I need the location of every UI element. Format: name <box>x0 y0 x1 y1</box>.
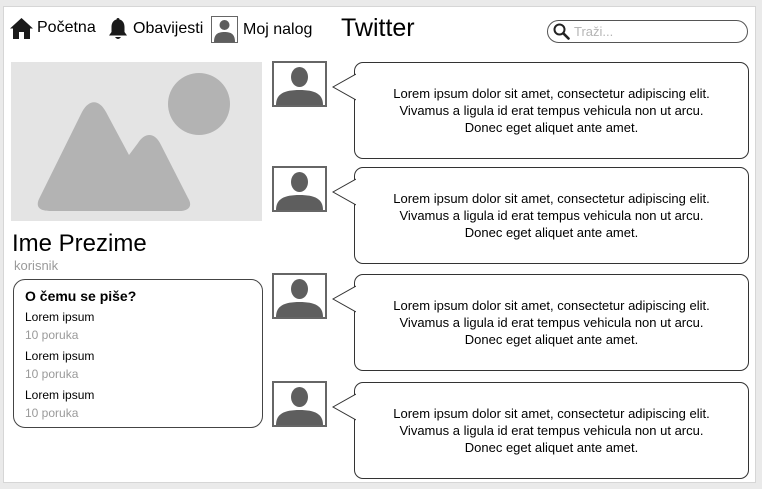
profile-username: korisnik <box>14 258 59 273</box>
profile-cover-image <box>11 62 262 221</box>
post-avatar[interactable] <box>272 381 327 427</box>
post-text: Lorem ipsum dolor sit amet, consectetur … <box>383 85 719 136</box>
nav-notifications-label: Obavijesti <box>133 20 204 37</box>
post-bubble: Lorem ipsum dolor sit amet, consectetur … <box>332 274 749 371</box>
post-text-line: Donec eget aliquet ante amet. <box>464 225 639 240</box>
post-text-line: Vivamus a ligula id erat tempus vehicula… <box>399 208 704 223</box>
topic-item[interactable]: Lorem ipsum 10 poruka <box>25 347 251 386</box>
post-text: Lorem ipsum dolor sit amet, consectetur … <box>383 405 719 456</box>
topic-name: Lorem ipsum <box>25 388 95 402</box>
topic-name: Lorem ipsum <box>25 310 95 324</box>
post-text-line: Lorem ipsum dolor sit amet, consectetur … <box>393 406 710 421</box>
search-box[interactable] <box>547 20 748 43</box>
bubble-tail <box>332 73 356 101</box>
post-text-line: Lorem ipsum dolor sit amet, consectetur … <box>393 298 710 313</box>
app-title: Twitter <box>341 14 415 42</box>
topic-item[interactable]: Lorem ipsum 10 poruka <box>25 308 251 347</box>
search-icon <box>553 23 570 40</box>
trending-topics-panel: O čemu se piše? Lorem ipsum 10 poruka Lo… <box>13 279 263 428</box>
post-bubble: Lorem ipsum dolor sit amet, consectetur … <box>332 167 749 264</box>
image-placeholder-icon <box>37 73 230 211</box>
post-text-line: Lorem ipsum dolor sit amet, consectetur … <box>393 86 710 101</box>
topic-item[interactable]: Lorem ipsum 10 poruka <box>25 386 251 425</box>
post-text: Lorem ipsum dolor sit amet, consectetur … <box>383 297 719 348</box>
bubble-tail <box>332 285 356 313</box>
post-text-line: Donec eget aliquet ante amet. <box>464 440 639 455</box>
post-bubble: Lorem ipsum dolor sit amet, consectetur … <box>332 382 749 479</box>
nav-account-label: Moj nalog <box>243 20 313 38</box>
trending-topics-title: O čemu se piše? <box>25 288 137 304</box>
nav-home-label: Početna <box>37 19 96 36</box>
profile-name: Ime Prezime <box>12 230 147 257</box>
home-icon <box>10 18 33 39</box>
post-avatar[interactable] <box>272 61 327 107</box>
nav-account[interactable]: Moj nalog <box>211 16 312 43</box>
post-text-line: Donec eget aliquet ante amet. <box>464 332 639 347</box>
user-icon <box>276 172 323 210</box>
post-avatar[interactable] <box>272 166 327 212</box>
nav-notifications[interactable]: Obavijesti <box>107 16 203 42</box>
post-text: Lorem ipsum dolor sit amet, consectetur … <box>383 190 719 241</box>
search-input[interactable] <box>574 24 744 39</box>
nav-home[interactable]: Početna <box>9 16 96 40</box>
topic-count: 10 poruka <box>25 406 79 420</box>
topic-name: Lorem ipsum <box>25 349 95 363</box>
user-icon <box>276 387 323 425</box>
post-text-line: Vivamus a ligula id erat tempus vehicula… <box>399 423 704 438</box>
post-text-line: Donec eget aliquet ante amet. <box>464 120 639 135</box>
post-text-line: Vivamus a ligula id erat tempus vehicula… <box>399 103 704 118</box>
topic-count: 10 poruka <box>25 328 79 342</box>
bubble-tail <box>332 393 356 421</box>
bubble-tail <box>332 178 356 206</box>
post-bubble: Lorem ipsum dolor sit amet, consectetur … <box>332 62 749 159</box>
user-icon <box>276 279 323 317</box>
post-text-line: Lorem ipsum dolor sit amet, consectetur … <box>393 191 710 206</box>
user-icon <box>211 16 238 43</box>
post-text-line: Vivamus a ligula id erat tempus vehicula… <box>399 315 704 330</box>
topic-count: 10 poruka <box>25 367 79 381</box>
bell-icon <box>109 18 127 39</box>
user-icon <box>276 67 323 105</box>
post-avatar[interactable] <box>272 273 327 319</box>
